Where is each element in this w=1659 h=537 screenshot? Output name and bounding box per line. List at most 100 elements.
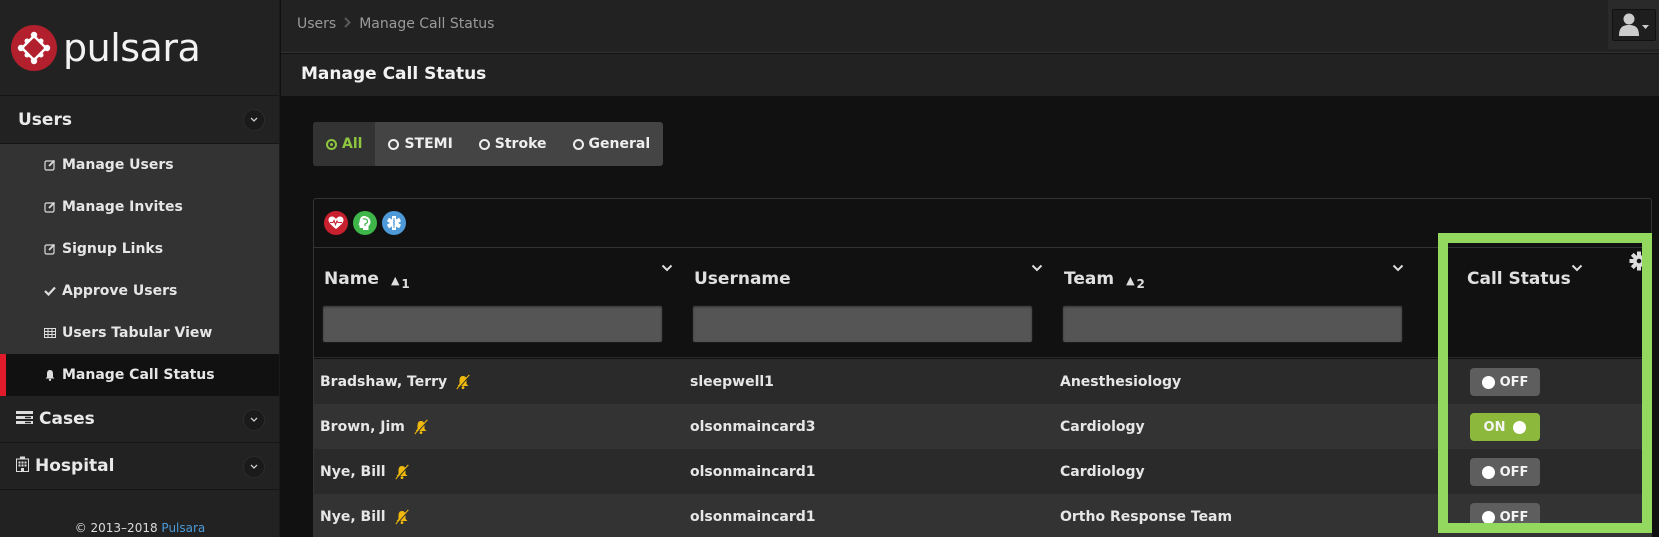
call-status-toggle[interactable]: OFF bbox=[1470, 368, 1540, 396]
column-label: Team bbox=[1064, 269, 1115, 289]
filter-stroke[interactable]: Stroke bbox=[466, 122, 560, 166]
edit-icon bbox=[43, 243, 57, 255]
sidebar-item-label: Signup Links bbox=[62, 241, 164, 257]
radio-icon bbox=[388, 138, 400, 150]
column-name[interactable]: Name ▲ 1 bbox=[314, 249, 684, 358]
sidebar-item-label: Users Tabular View bbox=[62, 325, 213, 341]
call-status-toggle[interactable]: OFF bbox=[1470, 458, 1540, 486]
toggle-knob bbox=[1513, 420, 1527, 434]
sidebar-item-label: Approve Users bbox=[62, 283, 178, 299]
bell-muted-icon[interactable] bbox=[394, 463, 410, 480]
cell-username: olsonmaincard1 bbox=[690, 508, 816, 525]
filter-label: STEMI bbox=[404, 136, 453, 152]
username-filter-input[interactable] bbox=[692, 305, 1033, 343]
table-row[interactable]: Nye, Bill olsonmaincard1 Cardiology OFF bbox=[314, 449, 1651, 494]
filter-stemi[interactable]: STEMI bbox=[375, 122, 465, 166]
column-header-name[interactable]: Name ▲ 1 bbox=[324, 269, 410, 291]
sort-order: 1 bbox=[401, 277, 410, 291]
gear-icon[interactable] bbox=[1629, 251, 1649, 271]
stroke-head-icon bbox=[353, 211, 377, 235]
name-filter-input[interactable] bbox=[322, 305, 663, 343]
sidebar-section-cases[interactable]: Cases bbox=[0, 396, 279, 443]
call-status-toggle[interactable]: OFF bbox=[1470, 503, 1540, 531]
cell-username: olsonmaincard3 bbox=[690, 418, 816, 435]
user-name: Brown, Jim bbox=[320, 418, 405, 435]
chevron-down-icon[interactable] bbox=[243, 409, 265, 431]
sort-ascending-icon: ▲ 1 bbox=[390, 274, 410, 291]
pulsara-link[interactable]: Pulsara bbox=[161, 521, 205, 535]
bell-muted-icon[interactable] bbox=[394, 508, 410, 525]
column-team[interactable]: Team ▲ 2 bbox=[1054, 249, 1424, 358]
cases-icon bbox=[16, 410, 33, 428]
service-line-filter: All STEMI Stroke General bbox=[313, 122, 664, 166]
chevron-down-icon[interactable] bbox=[1392, 264, 1404, 272]
column-label: Call Status bbox=[1467, 269, 1571, 289]
hospital-icon bbox=[16, 456, 29, 476]
toggle-knob bbox=[1481, 510, 1495, 524]
breadcrumb-users[interactable]: Users bbox=[297, 16, 336, 32]
sidebar-section-hospital[interactable]: Hospital bbox=[0, 443, 279, 490]
column-header-team[interactable]: Team ▲ 2 bbox=[1064, 269, 1145, 291]
sidebar-item-label: Manage Call Status bbox=[62, 367, 215, 383]
toggle-label: OFF bbox=[1499, 374, 1529, 390]
users-subnav: Manage Users Manage Invites Signup Links… bbox=[0, 144, 279, 396]
sidebar-item-label: Manage Users bbox=[62, 157, 174, 173]
column-username[interactable]: Username bbox=[684, 249, 1054, 358]
cell-team: Ortho Response Team bbox=[1060, 508, 1233, 525]
table-row[interactable]: Brown, Jim olsonmaincard3 Cardiology ON bbox=[314, 404, 1651, 449]
table-row[interactable]: Bradshaw, Terry sleepwell1 Anesthesiolog… bbox=[314, 359, 1651, 404]
column-call-status[interactable]: Call Status bbox=[1424, 249, 1651, 358]
stemi-heart-icon bbox=[324, 211, 348, 235]
chevron-down-icon[interactable] bbox=[661, 264, 673, 272]
sidebar-item-manage-users[interactable]: Manage Users bbox=[0, 144, 279, 186]
app: pulsara Users Manage Users Manage Invite… bbox=[0, 0, 1659, 537]
cell-name: Nye, Bill bbox=[320, 449, 410, 494]
call-status-panel: Name ▲ 1 Username Team ▲ 2 Call Status B… bbox=[313, 198, 1652, 537]
sidebar-item-approve-users[interactable]: Approve Users bbox=[0, 270, 279, 312]
user-menu-button[interactable] bbox=[1608, 0, 1659, 49]
user-name: Bradshaw, Terry bbox=[320, 373, 448, 390]
call-status-toggle[interactable]: ON bbox=[1470, 413, 1540, 441]
chevron-down-icon[interactable] bbox=[243, 109, 265, 131]
radio-icon bbox=[478, 138, 490, 150]
chevron-down-icon[interactable] bbox=[1571, 264, 1583, 272]
logo[interactable]: pulsara bbox=[0, 0, 279, 96]
sidebar-item-manage-invites[interactable]: Manage Invites bbox=[0, 186, 279, 228]
filter-general[interactable]: General bbox=[560, 122, 664, 166]
sidebar-section-users[interactable]: Users bbox=[0, 96, 279, 144]
user-menu-inner bbox=[1611, 8, 1656, 41]
user-name: Nye, Bill bbox=[320, 463, 386, 480]
sidebar-item-signup-links[interactable]: Signup Links bbox=[0, 228, 279, 270]
sidebar-item-manage-call-status[interactable]: Manage Call Status bbox=[0, 354, 279, 396]
filter-label: All bbox=[342, 136, 363, 152]
cell-team: Cardiology bbox=[1060, 418, 1145, 435]
pulsara-logo-icon bbox=[11, 24, 57, 71]
title-bar: Manage Call Status bbox=[281, 54, 1659, 96]
sidebar-section-label: Cases bbox=[39, 409, 95, 429]
bell-muted-icon[interactable] bbox=[455, 373, 471, 390]
edit-icon bbox=[43, 159, 57, 171]
topbar: Users Manage Call Status bbox=[281, 0, 1659, 53]
page-title: Manage Call Status bbox=[301, 64, 487, 84]
brand-name: pulsara bbox=[63, 25, 201, 70]
breadcrumb-current: Manage Call Status bbox=[359, 16, 495, 32]
team-filter-input[interactable] bbox=[1062, 305, 1403, 343]
sidebar: pulsara Users Manage Users Manage Invite… bbox=[0, 0, 280, 537]
radio-selected-icon bbox=[326, 138, 337, 150]
check-icon bbox=[43, 286, 57, 296]
bell-muted-icon[interactable] bbox=[413, 418, 429, 435]
table-row[interactable]: Nye, Bill olsonmaincard1 Ortho Response … bbox=[314, 494, 1651, 537]
sort-order: 2 bbox=[1136, 277, 1145, 291]
sidebar-item-users-tabular-view[interactable]: Users Tabular View bbox=[0, 312, 279, 354]
filter-label: General bbox=[588, 136, 651, 152]
filter-all[interactable]: All bbox=[313, 122, 376, 166]
radio-icon bbox=[572, 138, 584, 150]
cell-team: Cardiology bbox=[1060, 463, 1145, 480]
column-header-username[interactable]: Username bbox=[694, 269, 791, 289]
chevron-down-icon[interactable] bbox=[1031, 264, 1043, 272]
sidebar-footer: © 2013–2018 Pulsara bbox=[0, 521, 280, 537]
column-header-call-status[interactable]: Call Status bbox=[1467, 269, 1571, 289]
table-header: Name ▲ 1 Username Team ▲ 2 Call Status bbox=[314, 249, 1651, 358]
toggle-knob bbox=[1481, 465, 1495, 479]
chevron-down-icon[interactable] bbox=[243, 456, 265, 478]
